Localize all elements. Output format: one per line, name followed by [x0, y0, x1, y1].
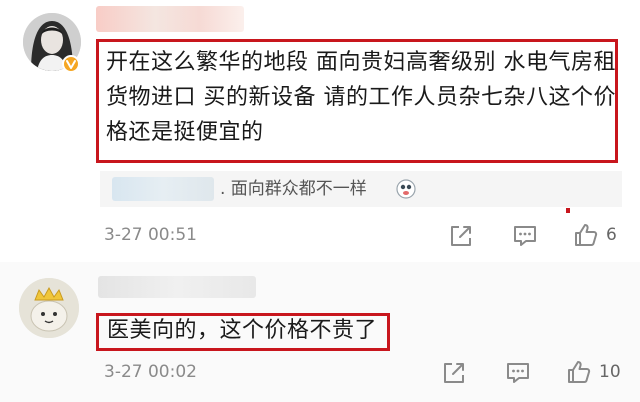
share-icon[interactable] — [441, 360, 467, 386]
reply-text: . 面向群众都不一样 — [220, 179, 367, 199]
comment-icon[interactable] — [505, 360, 531, 386]
reply-username-blurred — [112, 177, 214, 201]
comment-2-timestamp: 3-27 00:02 — [104, 362, 197, 382]
comment-icon[interactable] — [512, 223, 538, 249]
comment-item-2: 医美向的，这个价格不贵了 3-27 00:02 10 — [0, 262, 640, 402]
username-2-blurred[interactable] — [98, 276, 256, 298]
comment-1-timestamp: 3-27 00:51 — [104, 225, 197, 245]
username-1-blurred[interactable] — [96, 6, 244, 32]
comment-2-text: 医美向的，这个价格不贵了 — [107, 318, 378, 343]
verified-badge-icon — [62, 55, 80, 73]
like-icon[interactable] — [566, 359, 592, 385]
comment-1-text: 开在这么繁华的地段 面向贵妇高奢级别 水电气房租 货物进口 买的新设备 请的工作… — [106, 50, 616, 145]
comment-2-like-count: 10 — [599, 362, 621, 382]
reply-preview[interactable]: . 面向群众都不一样 — [100, 171, 622, 207]
comment-1-like-count: 6 — [606, 225, 617, 245]
red-marker — [566, 208, 570, 213]
like-icon[interactable] — [573, 222, 599, 248]
share-icon[interactable] — [448, 223, 474, 249]
avatar-2[interactable] — [19, 278, 79, 338]
emoji-icon — [396, 179, 416, 199]
avatar-2-image — [19, 278, 79, 338]
comment-item-1: 开在这么繁华的地段 面向贵妇高奢级别 水电气房租 货物进口 买的新设备 请的工作… — [0, 0, 640, 262]
